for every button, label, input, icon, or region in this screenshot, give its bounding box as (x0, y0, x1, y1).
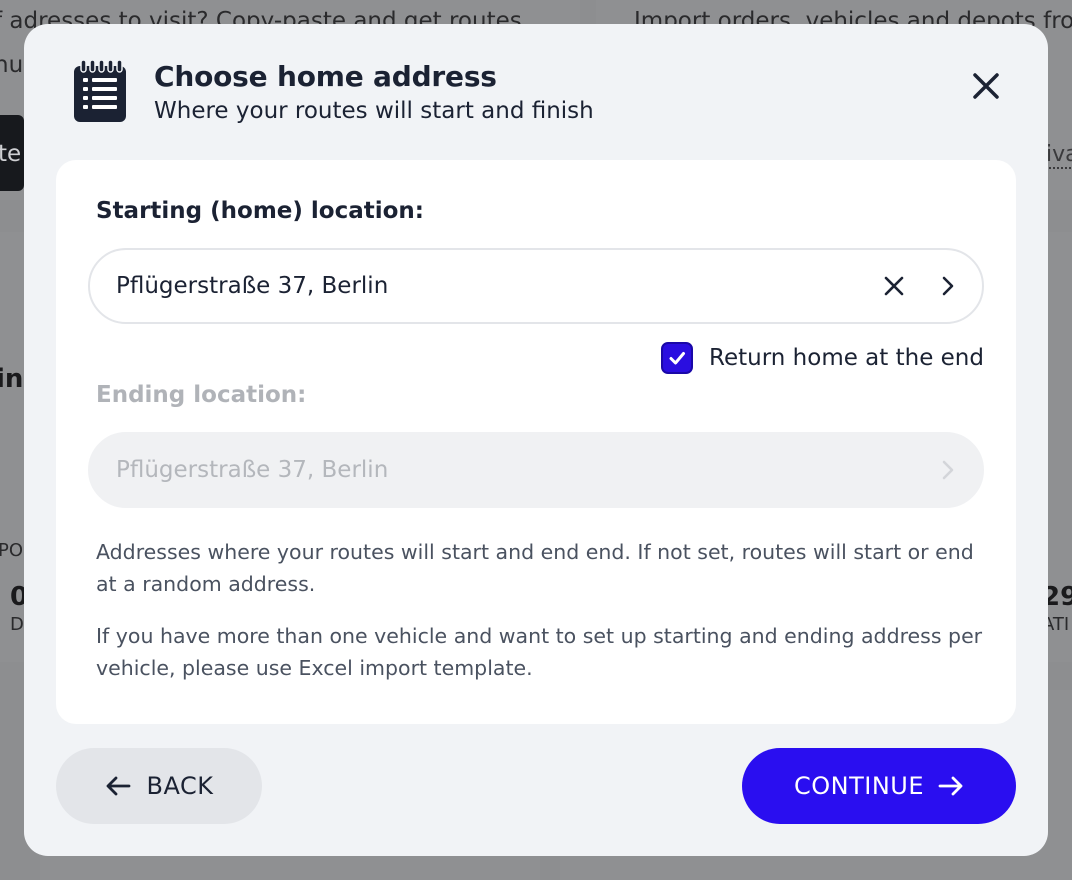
close-icon (973, 73, 999, 99)
starting-location-label: Starting (home) location: (96, 198, 425, 224)
clear-button[interactable] (874, 266, 914, 306)
starting-location-value[interactable]: Pflügerstraße 37, Berlin (116, 273, 874, 299)
return-home-label: Return home at the end (709, 345, 984, 371)
start-next-button[interactable] (928, 266, 968, 306)
starting-location-field[interactable]: Pflügerstraße 37, Berlin (88, 248, 984, 324)
background-button-label: te (0, 141, 22, 167)
background-text: nu (0, 52, 24, 78)
continue-button[interactable]: CONTINUE (742, 748, 1016, 824)
dialog-title: Choose home address (154, 60, 497, 93)
back-button-label: BACK (146, 772, 214, 800)
checkmark-icon (669, 352, 686, 365)
return-home-toggle[interactable]: Return home at the end (661, 342, 984, 374)
close-button[interactable] (968, 68, 1004, 104)
continue-button-label: CONTINUE (793, 772, 925, 800)
background-caption: PO (0, 540, 24, 561)
end-next-button (928, 450, 968, 490)
ending-location-label: Ending location: (96, 382, 307, 408)
dialog-subtitle: Where your routes will start and finish (154, 98, 594, 124)
arrow-left-icon (106, 776, 130, 796)
ending-location-field: Pflügerstraße 37, Berlin (88, 432, 984, 508)
clear-x-icon (884, 276, 904, 296)
choose-home-address-dialog: Choose home address Where your routes wi… (24, 24, 1048, 856)
background-caption: D (10, 614, 24, 635)
background-button: te (0, 115, 24, 191)
arrow-right-icon (938, 776, 963, 796)
background-link: iva (1046, 142, 1072, 169)
chevron-right-icon (942, 460, 954, 480)
ending-location-value: Pflügerstraße 37, Berlin (116, 457, 389, 483)
address-form-panel: Starting (home) location: Pflügerstraße … (56, 160, 1016, 724)
back-button[interactable]: BACK (56, 748, 262, 824)
notepad-list-icon (72, 59, 128, 124)
chevron-right-icon (942, 276, 954, 296)
help-text-vehicles: If you have more than one vehicle and wa… (96, 624, 983, 680)
help-text-addresses: Addresses where your routes will start a… (96, 540, 974, 596)
return-home-checkbox[interactable] (661, 342, 694, 374)
background-heading: in (0, 364, 24, 394)
